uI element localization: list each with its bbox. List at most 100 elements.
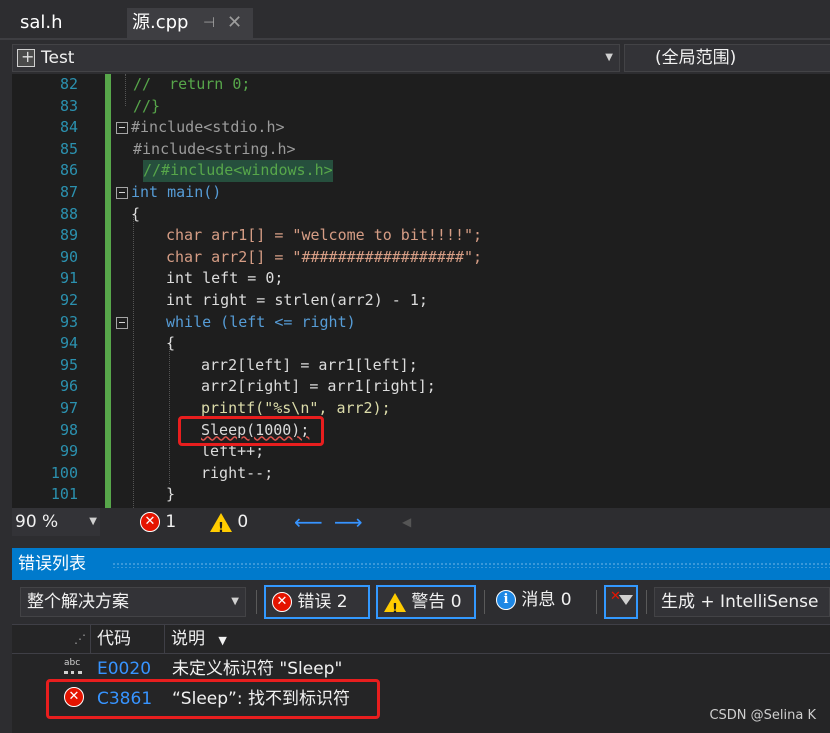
tab-label: 源.cpp [132,12,189,33]
line-number: 96 [59,377,78,396]
code-line: arr2[right] = arr1[right]; [201,377,436,396]
divider [646,590,647,614]
error-icon: ✕ [140,512,160,532]
error-count-indicator[interactable]: ✕ 1 [140,508,176,536]
highlight-callout [178,416,324,446]
tab-label: sal.h [20,12,63,33]
column-header-label: 代码 [97,629,131,649]
info-icon: i [496,590,516,610]
line-number: 91 [59,269,78,288]
project-icon [17,44,35,70]
warning-icon [210,512,232,543]
line-number: 97 [59,399,78,417]
code-line: arr2[left] = arr1[left]; [201,355,418,374]
line-number: 88 [59,204,78,223]
warning-count-indicator[interactable]: 0 [210,508,249,543]
scope-filter-label: 整个解决方案 [27,592,129,612]
scope-filter-dropdown[interactable]: 整个解决方案 ▼ [20,587,246,617]
code-editor[interactable]: 82 83 84 85 86 87 88 89 90 91 92 93 94 9… [12,74,830,508]
line-number: 99 [59,442,78,461]
line-number: 84 [59,118,78,137]
line-number: 86 [59,161,78,180]
code-line: //#include<windows.h> [143,160,333,182]
warning-count: 0 [237,512,249,532]
chevron-down-icon: ▼ [89,516,97,527]
code-line: #include<stdio.h> [131,118,285,137]
code-line: while (left <= right) [166,312,356,331]
highlight-callout [46,679,380,719]
line-number: 93 [59,312,78,331]
document-tab-bar: sal.h 源.cpp ⊣ ✕ [0,0,830,38]
indent-guide [133,214,134,508]
zoom-level: 90 % [15,512,59,532]
code-line: { [131,204,141,223]
warnings-toggle-button[interactable]: 警告 0 [376,585,476,625]
line-number: 87 [59,183,78,201]
error-list-rows: abc E0020 未定义标识符 "Sleep" ✕ C3861 “Sleep”… [12,654,830,733]
fold-toggle-icon[interactable] [116,317,128,329]
code-line: int main() [131,183,222,201]
line-number: 95 [59,355,78,374]
drag-grip[interactable] [112,562,830,568]
column-header-description[interactable]: 说明 ▼ [164,625,830,653]
scroll-left-icon[interactable]: ◀ [402,508,411,536]
code-line: // return 0; [133,75,251,93]
panel-gap [0,536,830,548]
build-intellisense-dropdown[interactable]: 生成 + IntelliSense [654,587,830,617]
messages-toggle-button[interactable]: i 消息 0 [490,585,592,619]
column-header-code[interactable]: 代码 [90,625,164,653]
pin-icon[interactable]: ⊣ [203,8,215,38]
column-chooser-icon[interactable]: ⋰ [74,625,86,653]
watermark: CSDN @Selina K [709,708,816,723]
divider [256,590,257,614]
code-line: } [166,485,176,504]
line-number: 90 [59,247,78,266]
scope-dropdown[interactable]: (全局范围) [624,44,830,72]
code-line: char arr2[] = "##################"; [166,247,483,266]
line-number: 89 [59,226,78,245]
chevron-down-icon: ▼ [231,596,239,607]
navigation-bar: Test ▼ (全局范围) [0,38,830,74]
divider [484,590,485,614]
line-number: 98 [59,420,78,439]
arrow-right-icon[interactable]: ⟶ [334,508,363,536]
line-number: 85 [59,139,78,158]
warnings-button-label: 警告 0 [411,592,462,612]
column-header-label: 说明 [171,629,205,649]
warning-icon [384,592,406,625]
code-line: //} [133,96,161,115]
zoom-dropdown[interactable]: 90 % ▼ [12,508,100,536]
line-number: 100 [50,463,78,482]
project-dropdown[interactable]: Test ▼ [12,44,620,72]
line-number: 94 [59,334,78,353]
spell-check-icon: abc [64,658,82,674]
panel-title: 错误列表 [18,554,86,574]
arrow-left-icon[interactable]: ⟵ [294,508,323,536]
errors-toggle-button[interactable]: ✕ 错误 2 [264,585,370,619]
tab-source-cpp[interactable]: 源.cpp ⊣ ✕ [127,8,253,38]
close-icon[interactable]: ✕ [227,8,242,38]
filter-button[interactable]: ✕ [604,585,638,619]
code-line: #include<string.h> [133,139,296,158]
line-number: 92 [59,291,78,309]
fold-toggle-icon[interactable] [116,187,128,199]
scope-label: (全局范围) [655,48,737,68]
errors-button-label: 错误 2 [297,592,348,612]
project-name: Test [41,48,75,68]
error-list-title-bar: 错误列表 [12,548,830,580]
code-line: right--; [201,463,274,482]
messages-button-label: 消息 0 [521,590,572,610]
error-list-header: ⋰ 代码 说明 ▼ [12,624,830,654]
code-line: { [166,334,176,353]
line-number: 83 [59,96,78,115]
line-number: 101 [50,485,78,504]
fold-toggle-icon[interactable] [116,122,128,134]
line-number: 82 [59,75,78,93]
divider [596,590,597,614]
build-filter-label: 生成 + IntelliSense [661,592,819,612]
tab-sal-h[interactable]: sal.h [0,8,120,38]
chevron-down-icon: ▼ [605,52,613,63]
funnel-icon [619,595,633,605]
error-count: 1 [165,512,177,532]
indent-guide [125,74,126,106]
